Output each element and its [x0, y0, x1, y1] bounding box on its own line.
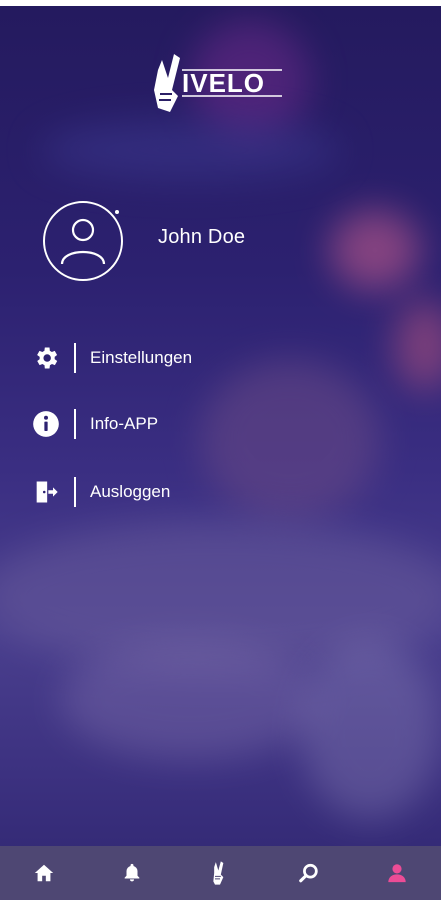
gear-icon: [30, 342, 62, 374]
menu-separator: [74, 409, 76, 439]
svg-text:IVELO: IVELO: [182, 68, 265, 98]
search-icon: [298, 863, 318, 883]
menu-separator: [74, 343, 76, 373]
bottom-navigation: [0, 846, 441, 900]
info-icon: [30, 408, 62, 440]
nav-notifications[interactable]: [102, 846, 162, 900]
top-edge: [0, 0, 441, 6]
menu-item-settings[interactable]: Einstellungen: [30, 340, 290, 376]
home-icon: [34, 864, 54, 882]
nav-profile[interactable]: [367, 846, 427, 900]
nav-home[interactable]: [14, 846, 74, 900]
menu-item-info[interactable]: Info-APP: [30, 406, 290, 442]
menu-item-logout[interactable]: Ausloggen: [30, 474, 290, 510]
bell-icon: [124, 863, 140, 882]
user-name: John Doe: [158, 226, 246, 248]
logout-icon: [30, 476, 62, 508]
menu-separator: [74, 477, 76, 507]
menu-item-label: Info-APP: [90, 414, 159, 433]
user-icon: [388, 864, 406, 883]
menu-item-label: Einstellungen: [90, 348, 193, 367]
nav-vivelo[interactable]: [190, 846, 250, 900]
avatar[interactable]: [42, 200, 124, 282]
background-image: [0, 0, 441, 900]
vivelo-hand-icon: [213, 861, 224, 885]
menu-item-label: Ausloggen: [90, 482, 171, 501]
vivelo-logo: IVELO: [150, 50, 286, 122]
nav-search[interactable]: [279, 846, 339, 900]
